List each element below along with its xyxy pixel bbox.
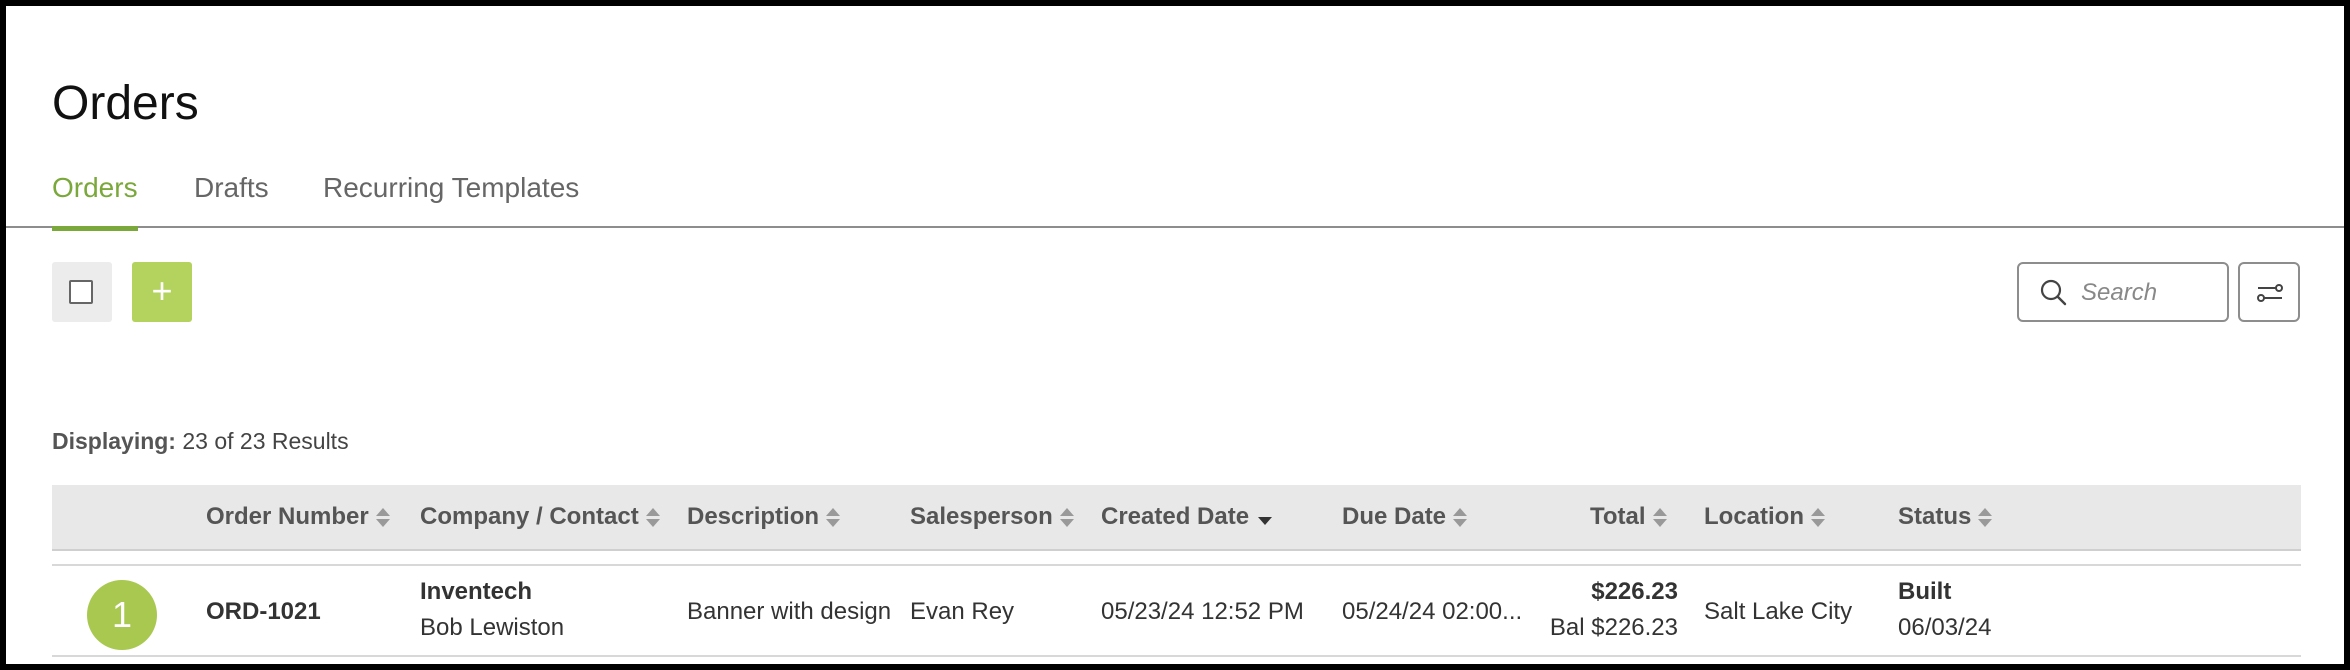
column-label: Total — [1590, 503, 1646, 530]
order-number[interactable]: ORD-1021 — [206, 598, 321, 626]
sort-icon — [1652, 507, 1668, 529]
total-amount: $226.23 — [1591, 578, 1678, 605]
page-title: Orders — [52, 77, 199, 131]
location: Salt Lake City — [1704, 598, 1853, 625]
sort-descending-icon — [1257, 507, 1273, 529]
tab-drafts[interactable]: Drafts — [194, 172, 269, 226]
column-header-due-date[interactable]: Due Date — [1342, 503, 1468, 531]
salesperson: Evan Rey — [910, 598, 1015, 625]
column-label: Company / Contact — [420, 503, 639, 530]
column-header-order-number[interactable]: Order Number — [206, 503, 391, 531]
status-date: 06/03/24 — [1898, 614, 1992, 641]
results-count: Displaying: 23 of 23 Results — [52, 428, 349, 455]
search-field[interactable] — [2017, 262, 2229, 322]
tab-orders[interactable]: Orders — [52, 172, 138, 231]
sort-icon — [1810, 507, 1826, 529]
add-order-button[interactable]: + — [132, 262, 192, 322]
table-row[interactable]: 1 ORD-1021 Inventech Bob Lewiston Banner… — [52, 564, 2301, 657]
results-label: Displaying: — [52, 428, 176, 454]
select-all-checkbox[interactable] — [52, 262, 112, 322]
column-header-status[interactable]: Status — [1898, 503, 1993, 531]
filter-sliders-icon — [2257, 284, 2283, 302]
status: Built — [1898, 578, 1952, 605]
column-label: Location — [1704, 503, 1804, 530]
column-header-company-contact[interactable]: Company / Contact — [420, 503, 661, 531]
column-label: Created Date — [1101, 503, 1250, 530]
column-label: Order Number — [206, 503, 369, 530]
description: Banner with design — [687, 598, 892, 625]
sort-icon — [375, 507, 391, 529]
contact-name: Bob Lewiston — [420, 614, 565, 641]
company-name[interactable]: Inventech — [420, 578, 532, 606]
due-date: 05/24/24 02:00... — [1342, 598, 1523, 625]
column-label: Description — [687, 503, 820, 530]
column-header-salesperson[interactable]: Salesperson — [910, 503, 1075, 531]
sort-icon — [1059, 507, 1075, 529]
column-header-created-date[interactable]: Created Date — [1101, 503, 1273, 531]
row-number-badge: 1 — [87, 580, 157, 650]
search-icon — [2040, 279, 2067, 306]
sort-icon — [645, 507, 661, 529]
balance-amount: Bal $226.23 — [1549, 614, 1678, 641]
column-header-description[interactable]: Description — [687, 503, 841, 531]
checkbox-icon — [69, 280, 93, 304]
search-input[interactable] — [2079, 276, 2223, 310]
sort-icon — [1452, 507, 1468, 529]
column-header-location[interactable]: Location — [1704, 503, 1826, 531]
tab-bar: Orders Drafts Recurring Templates — [6, 156, 2344, 231]
created-date: 05/23/24 12:52 PM — [1101, 598, 1304, 625]
filter-button[interactable] — [2238, 262, 2300, 322]
sort-icon — [1977, 507, 1993, 529]
column-label: Status — [1898, 503, 1972, 530]
table-header: Order Number Company / Contact Descripti… — [52, 485, 2301, 551]
column-label: Salesperson — [910, 503, 1053, 530]
sort-icon — [825, 507, 841, 529]
results-text: 23 of 23 Results — [182, 428, 349, 454]
column-header-total[interactable]: Total — [1590, 503, 1668, 531]
tab-recurring-templates[interactable]: Recurring Templates — [323, 172, 579, 226]
column-label: Due Date — [1342, 503, 1447, 530]
